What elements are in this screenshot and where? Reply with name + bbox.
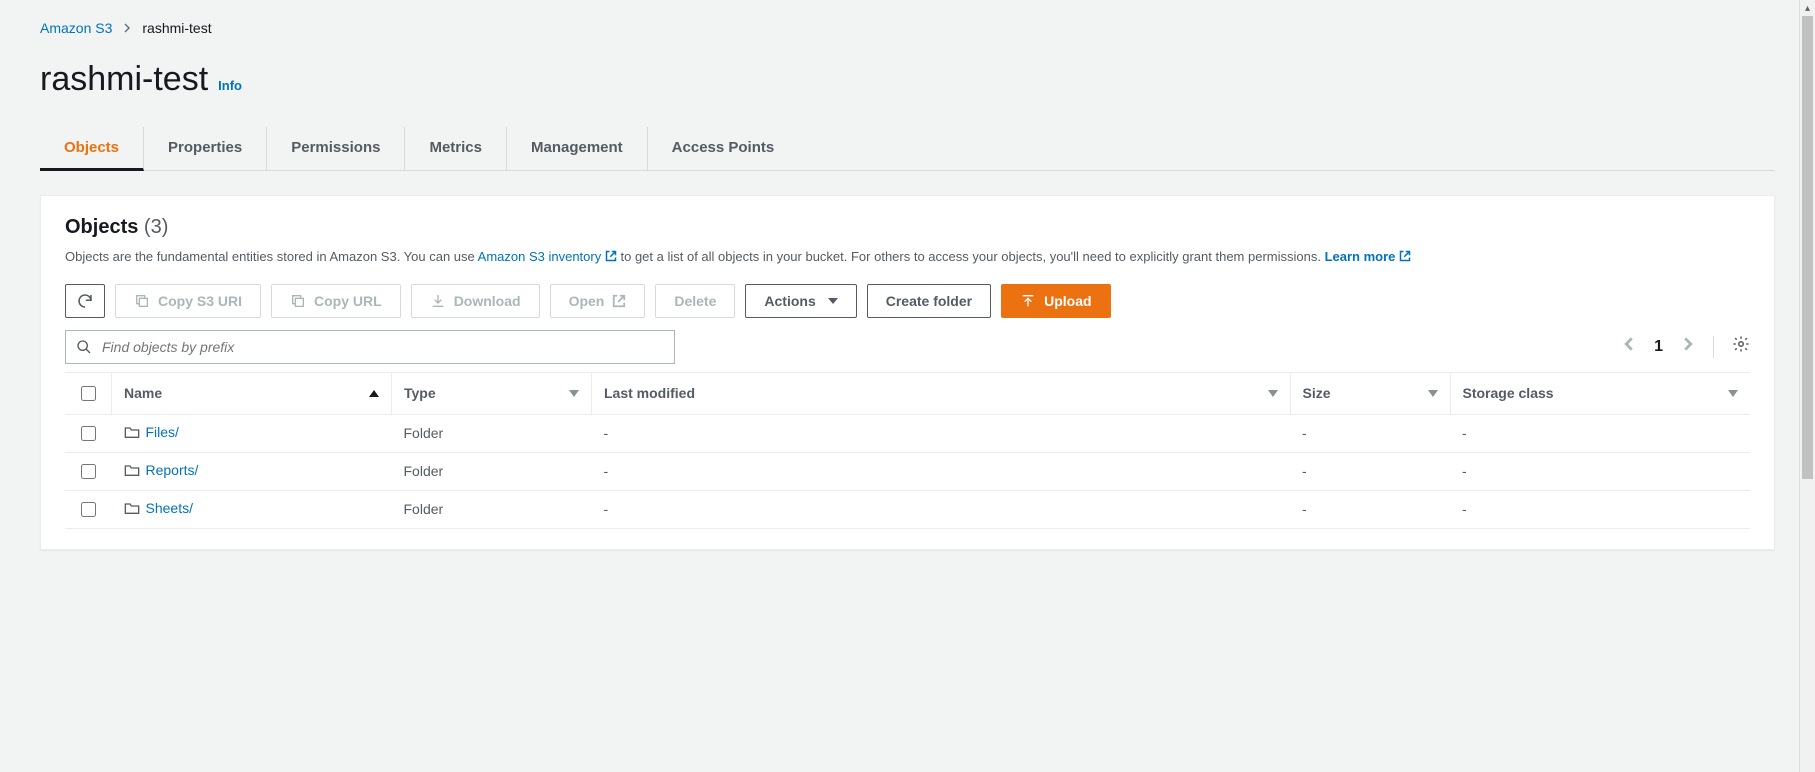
tab-access-points[interactable]: Access Points [648,127,799,170]
sort-icon [569,390,579,397]
search-box[interactable] [65,330,675,364]
upload-label: Upload [1044,293,1091,309]
cell-last-modified: - [592,490,1291,528]
object-name-link[interactable]: Reports/ [146,462,199,478]
tabs: Objects Properties Permissions Metrics M… [40,127,1775,171]
create-folder-label: Create folder [886,293,972,309]
pagination: 1 [1622,335,1750,358]
open-button[interactable]: Open [550,284,646,318]
col-last-modified[interactable]: Last modified [604,385,695,401]
sort-icon [1428,390,1438,397]
col-name[interactable]: Name [124,385,162,401]
upload-icon [1020,293,1036,309]
copy-url-label: Copy URL [314,293,382,309]
scrollbar-thumb[interactable] [1802,16,1813,479]
info-link[interactable]: Info [218,78,242,93]
settings-button[interactable] [1732,335,1750,358]
delete-label: Delete [674,293,716,309]
cell-type: Folder [392,490,592,528]
panel-count: (3) [144,216,168,238]
sort-icon [1728,390,1738,397]
col-size[interactable]: Size [1303,385,1331,401]
divider [1713,336,1714,358]
copy-s3-uri-label: Copy S3 URI [158,293,242,309]
table-row: Files/Folder--- [65,414,1750,452]
breadcrumb-current: rashmi-test [142,20,211,36]
cell-last-modified: - [592,414,1291,452]
search-input[interactable] [100,338,664,356]
row-checkbox[interactable] [81,464,96,479]
external-link-icon [612,294,626,308]
copy-url-button[interactable]: Copy URL [271,284,401,318]
cell-size: - [1290,490,1450,528]
sort-icon [1268,390,1278,397]
caret-down-icon [828,298,838,304]
panel-heading-text: Objects [65,216,138,238]
delete-button[interactable]: Delete [655,284,735,318]
tab-objects[interactable]: Objects [40,127,144,171]
row-checkbox[interactable] [81,502,96,517]
external-link-icon [605,249,621,264]
objects-table: Name Type Last modified Size Storage cla… [65,372,1750,529]
refresh-button[interactable] [65,284,105,318]
panel-heading: Objects (3) [65,216,1750,239]
external-link-icon [1399,249,1411,264]
cell-last-modified: - [592,452,1291,490]
vertical-scrollbar[interactable]: ▴ [1799,0,1815,772]
object-name-link[interactable]: Files/ [146,424,179,440]
select-all-checkbox[interactable] [81,386,96,401]
inventory-link[interactable]: Amazon S3 inventory [478,249,602,264]
next-page-button[interactable] [1681,337,1695,356]
folder-icon [124,463,140,480]
download-button[interactable]: Download [411,284,540,318]
tab-metrics[interactable]: Metrics [405,127,507,170]
sort-asc-icon [369,390,379,397]
download-label: Download [454,293,521,309]
open-label: Open [569,293,605,309]
object-name-link[interactable]: Sheets/ [146,500,193,516]
desc-text-1: Objects are the fundamental entities sto… [65,249,478,264]
cell-storage-class: - [1450,452,1750,490]
create-folder-button[interactable]: Create folder [867,284,991,318]
gear-icon [1732,335,1750,353]
row-checkbox[interactable] [81,426,96,441]
page-title: rashmi-test [40,60,208,99]
col-storage-class[interactable]: Storage class [1463,385,1554,401]
actions-button[interactable]: Actions [745,284,856,318]
search-icon [76,339,92,355]
col-type[interactable]: Type [404,385,436,401]
cell-type: Folder [392,414,592,452]
folder-icon [124,501,140,518]
panel-description: Objects are the fundamental entities sto… [65,247,1750,268]
cell-size: - [1290,452,1450,490]
download-icon [430,293,446,309]
objects-panel: Objects (3) Objects are the fundamental … [40,195,1775,550]
cell-storage-class: - [1450,490,1750,528]
tab-permissions[interactable]: Permissions [267,127,405,170]
table-row: Reports/Folder--- [65,452,1750,490]
tab-management[interactable]: Management [507,127,648,170]
tab-properties[interactable]: Properties [144,127,267,170]
breadcrumb-root-link[interactable]: Amazon S3 [40,20,112,36]
upload-button[interactable]: Upload [1001,284,1110,318]
cell-type: Folder [392,452,592,490]
page-number: 1 [1654,338,1663,356]
cell-size: - [1290,414,1450,452]
copy-icon [290,293,306,309]
actions-label: Actions [764,293,815,309]
scroll-up-arrow-icon: ▴ [1800,0,1815,16]
prev-page-button[interactable] [1622,337,1636,356]
copy-icon [134,293,150,309]
refresh-icon [76,292,94,310]
table-row: Sheets/Folder--- [65,490,1750,528]
folder-icon [124,425,140,442]
breadcrumb: Amazon S3 rashmi-test [40,20,1775,36]
learn-more-link[interactable]: Learn more [1325,249,1396,264]
cell-storage-class: - [1450,414,1750,452]
desc-text-2: to get a list of all objects in your buc… [620,249,1324,264]
toolbar: Copy S3 URI Copy URL Download Open Delet… [65,284,1750,318]
copy-s3-uri-button[interactable]: Copy S3 URI [115,284,261,318]
chevron-right-icon [122,20,132,36]
